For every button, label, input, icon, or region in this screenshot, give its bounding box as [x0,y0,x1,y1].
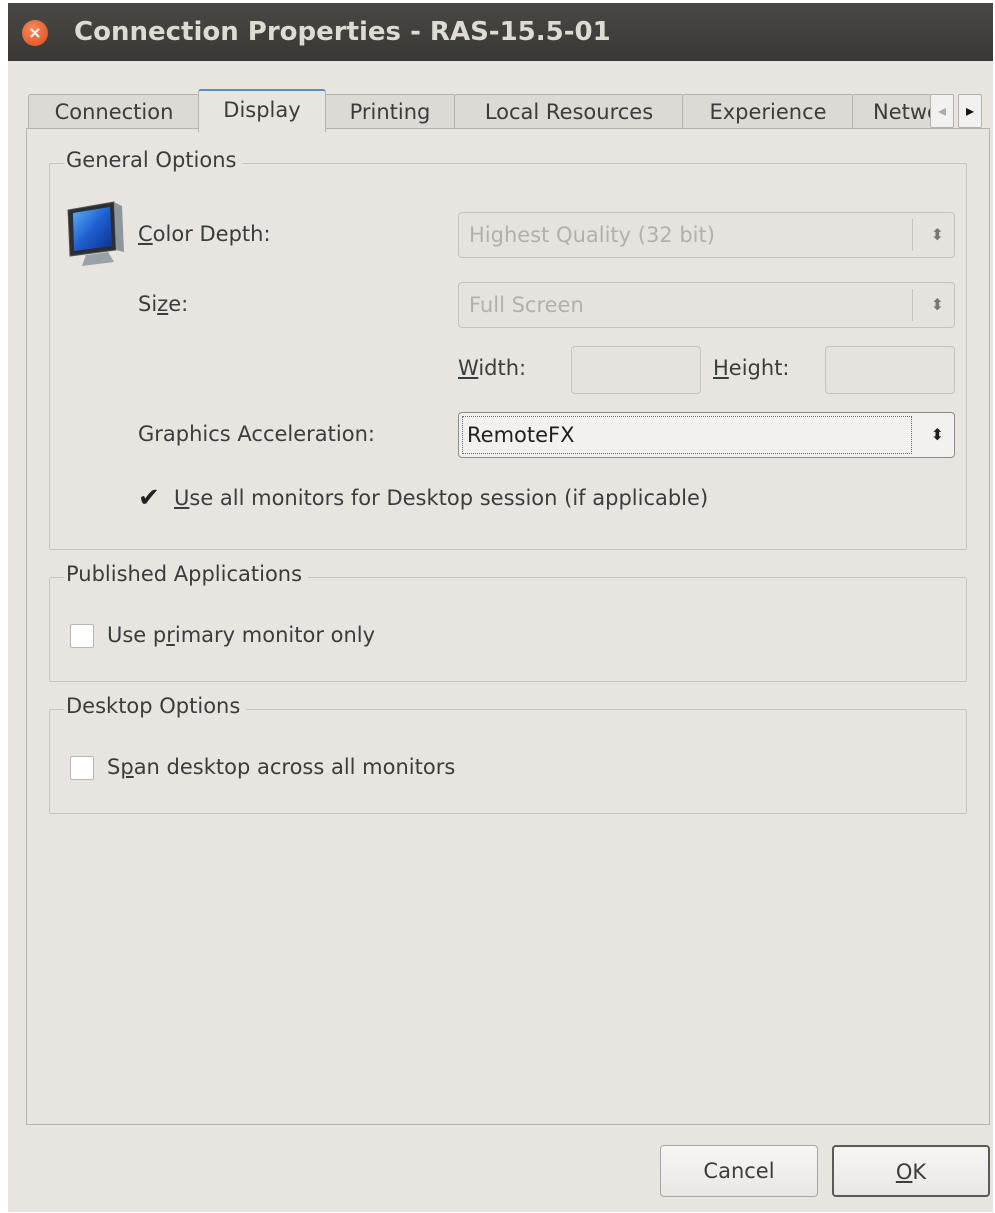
graphics-acceleration-value: RemoteFX [467,423,575,447]
tab-bar: Connection Display Printing Local Resour… [26,89,990,132]
general-options-legend: General Options [64,148,243,172]
dialog-window: × Connection Properties - RAS-15.5-01 Co… [8,3,993,1212]
tab-local-resources[interactable]: Local Resources [454,94,684,129]
use-all-monitors-label: Use all monitors for Desktop session (if… [174,486,709,510]
primary-monitor-only-label: Use primary monitor only [107,623,376,647]
size-label: Size: [138,292,189,316]
close-icon[interactable]: × [22,20,48,46]
tab-scroll-left-icon[interactable]: ◂ [930,94,954,128]
tab-connection[interactable]: Connection [28,94,200,129]
color-depth-label: Color Depth: [138,222,271,246]
span-desktop-checkbox[interactable] [70,756,94,780]
updown-arrows-icon: ⬍ [930,225,944,244]
tab-scroll-right-icon[interactable]: ▸ [958,94,982,128]
updown-arrows-icon: ⬍ [930,425,944,444]
graphics-acceleration-label: Graphics Acceleration: [138,422,375,446]
primary-monitor-only-checkbox[interactable] [70,624,94,648]
window-title: Connection Properties - RAS-15.5-01 [74,17,611,47]
desktop-options-group: Desktop Options Span desktop across all … [49,694,967,814]
height-label: Height: [713,356,790,380]
title-bar: × Connection Properties - RAS-15.5-01 [8,3,993,61]
general-options-group: General Options Color Depth: Highest Qua… [49,148,967,550]
height-input[interactable] [825,346,955,394]
ok-button[interactable]: OK [832,1145,990,1197]
monitor-icon [64,200,128,268]
tab-printing[interactable]: Printing [324,94,456,129]
tab-experience[interactable]: Experience [682,94,854,129]
tab-display[interactable]: Display [198,89,326,132]
updown-arrows-icon: ⬍ [930,295,944,314]
cancel-button[interactable]: Cancel [660,1145,818,1197]
color-depth-value: Highest Quality (32 bit) [469,223,715,247]
tab-network[interactable]: Network [852,94,932,128]
published-applications-group: Published Applications Use primary monit… [49,562,967,682]
span-desktop-label: Span desktop across all monitors [107,755,456,779]
size-select[interactable]: Full Screen ⬍ [458,282,955,328]
published-applications-legend: Published Applications [64,562,309,586]
width-input[interactable] [571,346,701,394]
size-value: Full Screen [469,293,584,317]
use-all-monitors-checkbox[interactable]: ✔ [138,485,162,511]
display-tab-panel: General Options Color Depth: Highest Qua… [26,128,990,1125]
graphics-acceleration-select[interactable]: RemoteFX ⬍ [458,412,955,458]
desktop-options-legend: Desktop Options [64,694,247,718]
width-label: Width: [458,356,527,380]
color-depth-select[interactable]: Highest Quality (32 bit) ⬍ [458,212,955,258]
